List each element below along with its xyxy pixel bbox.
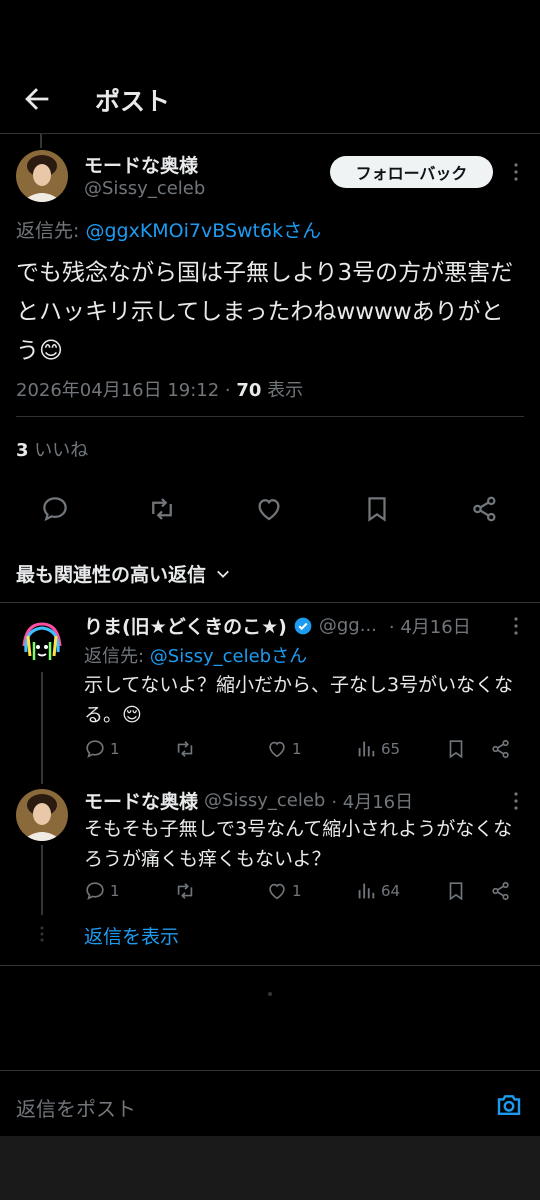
- reply-action[interactable]: 1: [84, 738, 120, 760]
- verified-icon: [293, 616, 313, 636]
- avatar[interactable]: [16, 616, 68, 668]
- reply-input[interactable]: 返信をポスト: [16, 1093, 136, 1122]
- views-icon: [355, 738, 377, 760]
- thread-connector: [40, 134, 42, 148]
- like-icon: [266, 880, 288, 902]
- divider: [0, 965, 540, 966]
- like-action[interactable]: 1: [266, 880, 302, 902]
- likes-summary[interactable]: 3 いいね: [16, 436, 88, 462]
- repost-icon[interactable]: [174, 880, 196, 902]
- reply-to-line: 返信先: @ggxKMOi7vBSwt6kさん: [16, 216, 321, 243]
- likes-label: いいね: [28, 440, 89, 461]
- loading-indicator: [268, 992, 272, 996]
- reply-to-line: 返信先: @Sissy_celebさん: [84, 642, 307, 668]
- more-icon[interactable]: [504, 160, 528, 184]
- likes-count: 3: [16, 440, 29, 461]
- show-replies-link[interactable]: 返信を表示: [84, 922, 179, 949]
- reply-icon: [84, 880, 106, 902]
- more-icon[interactable]: [504, 789, 528, 813]
- reply-date[interactable]: · 4月16日: [389, 613, 471, 639]
- views-icon: [355, 880, 377, 902]
- share-icon[interactable]: [470, 494, 500, 524]
- chevron-down-icon: [214, 565, 232, 583]
- system-nav-bar: [0, 1136, 540, 1200]
- avatar[interactable]: [16, 150, 68, 202]
- views-action[interactable]: 64: [355, 880, 400, 902]
- share-icon[interactable]: [490, 880, 512, 902]
- reply-author-handle[interactable]: @Sissy_celeb: [204, 790, 325, 811]
- page-title: ポスト: [95, 87, 171, 116]
- reply-to-prefix: 返信先:: [84, 646, 150, 667]
- reply-count: 1: [110, 740, 120, 758]
- reply-to-handle[interactable]: @Sissy_celebさん: [150, 646, 307, 667]
- back-arrow-icon[interactable]: [20, 82, 54, 116]
- like-action[interactable]: 1: [266, 738, 302, 760]
- reply-text: 示してないよ？縮小だから、子なし3号がいなくなる。😌: [84, 674, 514, 726]
- reply-author-name[interactable]: りま(旧★どくきのこ★): [84, 612, 287, 639]
- share-icon[interactable]: [490, 738, 512, 760]
- views-count: 70: [236, 380, 262, 401]
- timestamp: 2026年04月16日 19:12 ·: [16, 380, 237, 401]
- reply-header: りま(旧★どくきのこ★) @gg... · 4月16日: [84, 612, 471, 639]
- more-icon[interactable]: [504, 614, 528, 638]
- like-icon[interactable]: [254, 494, 284, 524]
- top-bar: ポスト: [0, 60, 540, 134]
- thread-line: [41, 845, 43, 915]
- sort-label: 最も関連性の高い返信: [16, 564, 207, 586]
- reply-to-prefix: 返信先:: [16, 220, 86, 242]
- like-count: 1: [292, 882, 302, 900]
- divider: [0, 602, 540, 603]
- camera-icon[interactable]: [494, 1090, 524, 1120]
- views-count: 64: [381, 882, 401, 900]
- reply-text: そもそも子無しで3号なんて縮小されようがなくなろうが痛くも痒くもないよ？: [84, 818, 513, 870]
- reply-icon[interactable]: [40, 494, 70, 524]
- sort-selector[interactable]: 最も関連性の高い返信: [16, 560, 232, 587]
- views-count: 65: [381, 740, 401, 758]
- like-icon: [266, 738, 288, 760]
- reply-to-handle[interactable]: @ggxKMOi7vBSwt6kさん: [85, 220, 321, 242]
- reply-author-handle[interactable]: @gg...: [319, 615, 377, 636]
- bookmark-icon[interactable]: [445, 738, 467, 760]
- views-action[interactable]: 65: [355, 738, 400, 760]
- reply-author-name[interactable]: モードな奥様: [84, 787, 198, 814]
- like-count: 1: [292, 740, 302, 758]
- reply-header: モードな奥様 @Sissy_celeb · 4月16日: [84, 787, 413, 814]
- thread-line: [41, 672, 43, 784]
- reply-count: 1: [110, 882, 120, 900]
- reply-icon: [84, 738, 106, 760]
- views-label: 表示: [261, 380, 304, 401]
- post-meta: 2026年04月16日 19:12 · 70 表示: [16, 376, 303, 402]
- bookmark-icon[interactable]: [445, 880, 467, 902]
- thread-dots: [39, 925, 45, 943]
- post-text: でも残念ながら国は子無しより3号の方が悪害だとハッキリ示してしまったわねwwww…: [16, 260, 514, 364]
- repost-icon[interactable]: [174, 738, 196, 760]
- author-name[interactable]: モードな奥様: [84, 151, 198, 178]
- avatar[interactable]: [16, 789, 68, 841]
- reply-action[interactable]: 1: [84, 880, 120, 902]
- reply-date[interactable]: · 4月16日: [331, 788, 413, 814]
- author-handle[interactable]: @Sissy_celeb: [84, 178, 205, 199]
- bookmark-icon[interactable]: [362, 494, 392, 524]
- divider: [16, 416, 524, 417]
- follow-back-button[interactable]: フォローバック: [330, 156, 493, 188]
- repost-icon[interactable]: [147, 494, 177, 524]
